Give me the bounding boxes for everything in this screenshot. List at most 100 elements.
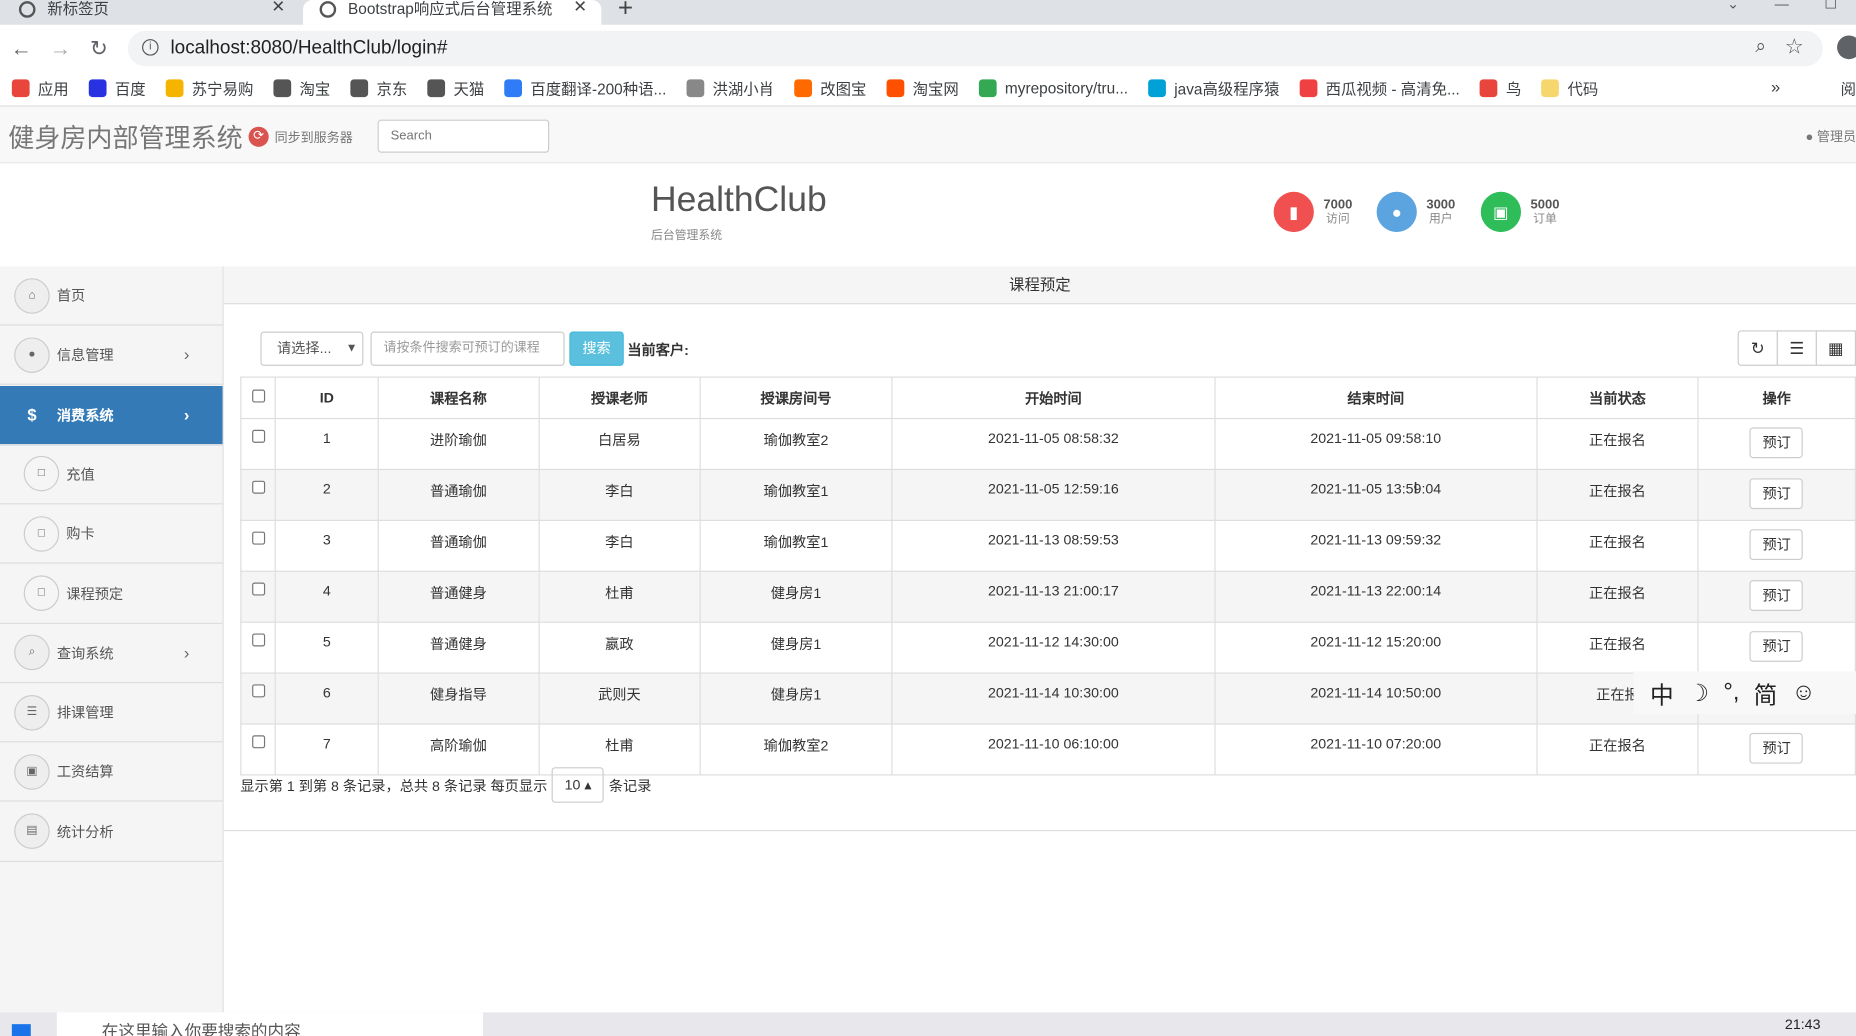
bookmark-item[interactable]: 天猫 (427, 76, 484, 98)
sync-button[interactable]: ⟳ 同步到服务器 (248, 126, 353, 147)
sync-label: 同步到服务器 (274, 130, 353, 146)
sidebar-item[interactable]: ⌕ 查询系统 › (0, 624, 223, 683)
refresh-icon[interactable]: ↻ (1737, 330, 1778, 366)
bookmark-label: 京东 (376, 79, 408, 98)
book-button[interactable]: 预订 (1750, 580, 1804, 611)
bookmark-item[interactable]: 应用 (11, 76, 69, 98)
sidebar-item[interactable]: ▤ 统计分析 (0, 802, 223, 862)
bookmark-favicon-icon (504, 78, 523, 97)
browser-tab-active[interactable]: Bootstrap响应式后台管理系统 ✕ (303, 0, 602, 25)
money-icon: ▣ (14, 754, 50, 790)
content-divider (223, 829, 1856, 832)
sidebar-item[interactable]: □ 充值 (0, 445, 223, 505)
row-checkbox[interactable] (251, 633, 265, 647)
url-bar[interactable]: i localhost:8080/HealthClub/login# ⌕ ☆ (127, 30, 1823, 67)
window-controls: ⌄ — ☐ (1727, 0, 1856, 12)
bookmark-item[interactable]: 鸟 (1479, 76, 1521, 98)
forward-icon[interactable]: → (50, 37, 71, 62)
column-header[interactable]: 开始时间 (891, 376, 1216, 420)
bookmark-item[interactable]: myrepository/tru... (978, 78, 1128, 97)
browser-tab-newtab[interactable]: 新标签页 ✕ (0, 0, 299, 25)
row-checkbox[interactable] (251, 582, 265, 596)
reading-list-button[interactable]: 阅 (1841, 77, 1856, 99)
cell-id: 6 (275, 672, 379, 725)
ime-item[interactable]: 简 (1754, 675, 1778, 709)
row-checkbox[interactable] (251, 684, 265, 698)
book-button[interactable]: 预订 (1750, 732, 1804, 764)
column-header[interactable]: 课程名称 (377, 376, 540, 420)
bookmark-item[interactable]: 淘宝 (273, 76, 330, 98)
ime-item[interactable]: °, (1723, 679, 1739, 706)
new-tab-icon[interactable]: + (618, 0, 633, 24)
back-icon[interactable]: ← (11, 37, 32, 62)
bookmark-item[interactable]: 代码 (1541, 76, 1598, 98)
cell-teacher: 杜甫 (538, 570, 701, 623)
bookmark-item[interactable]: 百度翻译-200种语... (504, 76, 666, 98)
profile-avatar-icon[interactable] (1837, 35, 1856, 60)
bookmark-star-icon[interactable]: ☆ (1785, 34, 1804, 59)
row-checkbox[interactable] (251, 480, 265, 494)
bookmark-item[interactable]: 西瓜视频 - 高清免... (1299, 76, 1460, 98)
maximize-icon[interactable]: ☐ (1824, 0, 1837, 12)
sidebar-item[interactable]: ☰ 排课管理 (0, 683, 223, 743)
zoom-icon[interactable]: ⌕ (1755, 37, 1766, 58)
column-header[interactable]: 授课老师 (538, 376, 701, 420)
grid-view-icon[interactable]: ▦ (1815, 330, 1856, 366)
reload-icon[interactable]: ↻ (90, 37, 108, 62)
ime-item[interactable]: ☺ (1791, 679, 1815, 706)
search-input[interactable] (377, 119, 550, 153)
book-button[interactable]: 预订 (1750, 631, 1804, 662)
book-button[interactable]: 预订 (1750, 529, 1804, 561)
select-all-checkbox[interactable] (251, 389, 265, 403)
list-view-icon[interactable]: ☰ (1776, 330, 1817, 366)
column-header[interactable]: ID (275, 376, 379, 420)
row-checkbox[interactable] (251, 429, 265, 443)
ime-item[interactable]: ☽ (1688, 678, 1709, 708)
windows-start-icon[interactable] (11, 1024, 31, 1036)
minimize-icon[interactable]: — (1775, 0, 1789, 12)
stat-user: ● 3000 用户 (1376, 191, 1455, 233)
cell-room: 健身房1 (699, 672, 893, 725)
sidebar-item[interactable]: □ 课程预定 (0, 564, 223, 624)
row-checkbox[interactable] (251, 531, 265, 545)
column-header[interactable]: 授课房间号 (699, 376, 893, 420)
bookmark-favicon-icon (686, 78, 705, 97)
app-brand[interactable]: 健身房内部管理系统 (8, 117, 242, 155)
tab-close-icon[interactable]: ✕ (573, 0, 587, 17)
filter-select[interactable]: 请选择... ▼ (260, 331, 364, 366)
ime-item[interactable]: 中 (1650, 675, 1674, 709)
book-button[interactable]: 预订 (1750, 427, 1804, 459)
bookmark-item[interactable]: 京东 (350, 76, 407, 98)
stat-money: ▣ 5000 订单 (1480, 191, 1559, 233)
bookmark-item[interactable]: java高级程序猿 (1148, 76, 1279, 98)
windows-taskbar: 在这里输入你要搜索的内容 21:43 (0, 1012, 1856, 1036)
site-info-icon[interactable]: i (142, 39, 159, 56)
bookmark-item[interactable]: 洪湖小肖 (686, 76, 774, 98)
cell-action: 预订 (1697, 723, 1856, 776)
search-button[interactable]: 搜索 (569, 331, 624, 366)
bookmark-favicon-icon (427, 78, 446, 97)
sidebar-item[interactable]: ▣ 工资结算 (0, 743, 223, 803)
column-header[interactable]: 结束时间 (1213, 376, 1538, 420)
page-size-select[interactable]: 10 ▴ (552, 767, 605, 803)
tab-close-icon[interactable]: ✕ (271, 0, 285, 17)
bookmark-item[interactable]: 淘宝网 (886, 76, 959, 98)
bookmarks-more-icon[interactable]: » (1771, 77, 1780, 96)
bookmark-item[interactable]: 改图宝 (794, 76, 866, 98)
table-row: 5 普通健身 嬴政 健身房1 2021-11-12 14:30:00 2021-11-12… (240, 621, 1856, 674)
bookmark-item[interactable]: 百度 (88, 76, 146, 98)
sidebar-item[interactable]: ● 信息管理 › (0, 326, 223, 386)
sidebar-item[interactable]: ⌂ 首页 (0, 266, 223, 326)
bookmark-item[interactable]: 苏宁易购 (165, 76, 253, 98)
cell-action: 预订 (1697, 417, 1856, 471)
column-header[interactable]: 操作 (1697, 376, 1856, 420)
sidebar-item[interactable]: $ 消费系统 › (0, 385, 223, 445)
sidebar-item[interactable]: □ 购卡 (0, 505, 223, 564)
column-header[interactable]: 当前状态 (1536, 376, 1699, 420)
taskbar-search-input[interactable]: 在这里输入你要搜索的内容 (56, 1012, 483, 1036)
profile-dropdown-icon[interactable]: ⌄ (1727, 0, 1739, 12)
row-checkbox[interactable] (251, 735, 265, 749)
book-button[interactable]: 预订 (1750, 478, 1804, 510)
admin-menu[interactable]: ● 管理员 (1805, 127, 1856, 146)
course-search-input[interactable]: 请按条件搜索可预订的课程 (370, 331, 565, 366)
